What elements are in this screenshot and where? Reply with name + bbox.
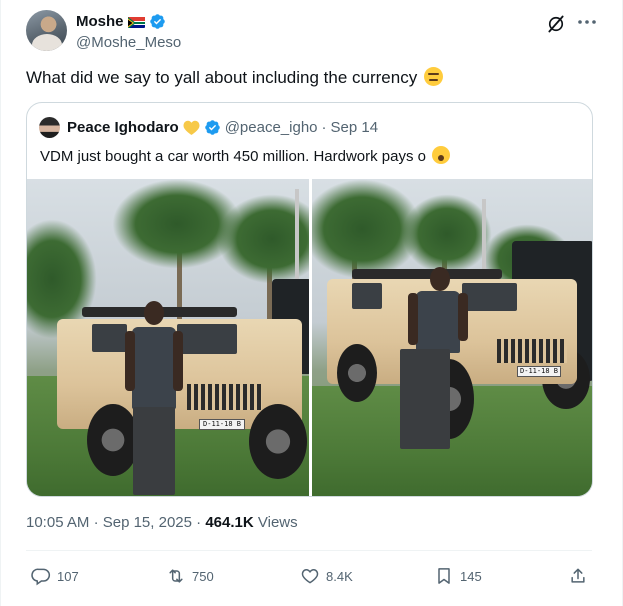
- shocked-face-emoji-icon: [432, 146, 451, 164]
- author-name[interactable]: Moshe: [76, 13, 124, 30]
- tweet-time[interactable]: 10:05 AM: [26, 514, 89, 531]
- share-icon: [571, 568, 585, 583]
- reply-button[interactable]: 107: [31, 566, 79, 586]
- like-icon: [301, 568, 319, 584]
- author-name-row: Moshe: [76, 13, 166, 30]
- bookmark-icon: [438, 568, 450, 584]
- reply-count: 107: [57, 568, 79, 584]
- quote-photo-left[interactable]: D-11-18 B: [27, 179, 309, 496]
- quote-verified-badge-icon: [204, 119, 221, 136]
- author-handle[interactable]: @Moshe_Meso: [76, 34, 181, 51]
- expressionless-emoji-icon: [423, 67, 443, 86]
- like-count: 8.4K: [326, 568, 353, 584]
- bookmark-count: 145: [460, 568, 482, 584]
- repost-button[interactable]: 750: [166, 566, 214, 586]
- views-label: Views: [257, 514, 298, 531]
- author-avatar[interactable]: [26, 10, 67, 51]
- tweet-date[interactable]: Sep 15, 2025: [103, 514, 192, 531]
- quote-separator: ·: [321, 119, 327, 136]
- tweet-text-content: What did we say to yall about including …: [26, 68, 418, 87]
- verified-badge-icon: [149, 13, 166, 30]
- yellow-heart-icon: [183, 120, 200, 135]
- quote-text: VDM just bought a car worth 450 million.…: [40, 146, 451, 167]
- grok-icon[interactable]: [546, 14, 566, 34]
- tweet-card: Moshe @Moshe_Meso What did we say to yal…: [0, 0, 623, 606]
- quoted-tweet[interactable]: Peace Ighodaro @peace_igho · Sep 14 VDM …: [26, 102, 593, 497]
- south-africa-flag-icon: [127, 16, 145, 28]
- quote-header: Peace Ighodaro @peace_igho · Sep 14: [67, 119, 378, 136]
- license-plate-left: D-11-18 B: [199, 419, 245, 430]
- license-plate-right: D-11-18 B: [517, 366, 561, 377]
- meta-separator-2: ·: [196, 514, 202, 531]
- quote-author-avatar[interactable]: [39, 117, 60, 138]
- repost-count: 750: [192, 568, 214, 584]
- quote-date[interactable]: Sep 14: [331, 119, 379, 136]
- more-icon[interactable]: [576, 14, 598, 30]
- meta-separator-1: ·: [93, 514, 99, 531]
- quote-author-name[interactable]: Peace Ighodaro: [67, 119, 179, 136]
- divider: [26, 550, 592, 551]
- tweet-text: What did we say to yall about including …: [26, 67, 443, 89]
- share-button[interactable]: [568, 566, 588, 586]
- bookmark-button[interactable]: 145: [434, 566, 482, 586]
- like-button[interactable]: 8.4K: [300, 566, 353, 586]
- quote-text-content: VDM just bought a car worth 450 million.…: [40, 148, 427, 165]
- views-count[interactable]: 464.1K: [205, 514, 253, 531]
- reply-icon: [31, 568, 51, 586]
- repost-icon: [169, 569, 183, 583]
- tweet-meta: 10:05 AM · Sep 15, 2025 · 464.1K Views: [26, 514, 298, 531]
- quote-author-handle[interactable]: @peace_igho: [225, 119, 318, 136]
- quote-photo-right[interactable]: D-11-18 B: [312, 179, 592, 496]
